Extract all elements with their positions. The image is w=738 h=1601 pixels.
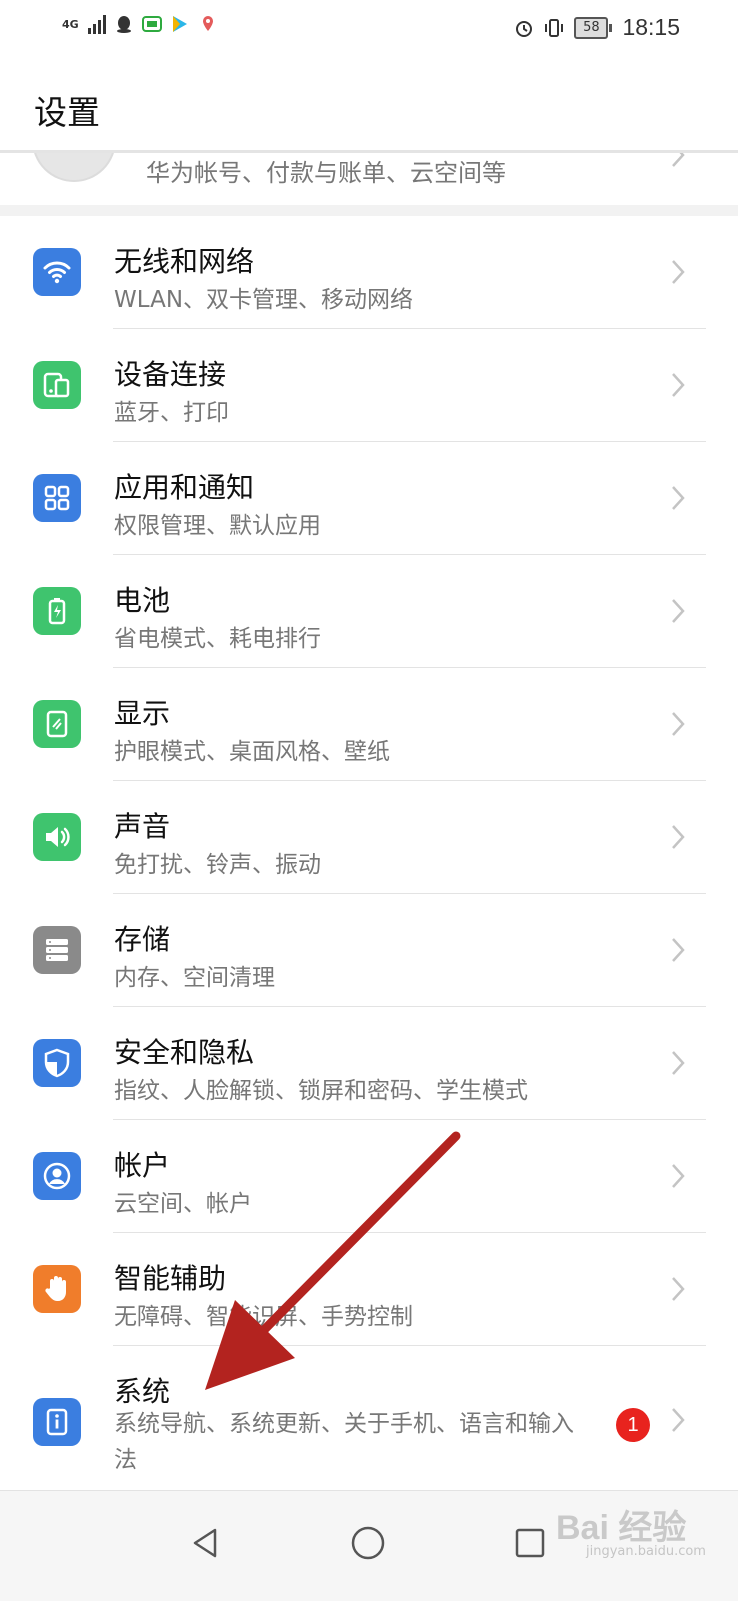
settings-item-sound[interactable]: 声音 免打扰、铃声、振动 [0, 781, 738, 894]
chevron-right-icon [672, 825, 685, 849]
storage-icon [33, 926, 81, 974]
settings-item-subtitle: 免打扰、铃声、振动 [114, 852, 321, 878]
display-icon [33, 700, 81, 748]
chevron-right-icon [672, 373, 685, 397]
settings-item-title: 帐户 [114, 1149, 171, 1182]
device-connect-icon [33, 361, 81, 409]
recent-apps-button[interactable] [500, 1513, 560, 1573]
settings-item-title: 电池 [114, 584, 171, 617]
status-left: 4G [62, 14, 218, 34]
chevron-right-icon [672, 1164, 685, 1188]
account-card[interactable]: 华为帐号、付款与账单、云空间等 [0, 150, 738, 205]
map-pin-icon [203, 16, 213, 31]
home-button[interactable] [338, 1513, 398, 1573]
settings-item-title: 安全和隐私 [114, 1036, 255, 1069]
chevron-right-icon [672, 599, 685, 623]
qq-icon [117, 16, 131, 33]
chevron-right-icon [672, 712, 685, 736]
settings-item-account[interactable]: 帐户 云空间、帐户 [0, 1120, 738, 1233]
chevron-right-icon [672, 1051, 685, 1075]
settings-item-subtitle: 云空间、帐户 [114, 1191, 252, 1217]
chevron-right-icon [672, 1408, 685, 1432]
settings-item-storage[interactable]: 存储 内存、空间清理 [0, 894, 738, 1007]
signal-icon [88, 14, 106, 34]
chevron-right-icon [672, 153, 685, 167]
system-info-icon [33, 1398, 81, 1446]
battery-level: 58 [574, 16, 609, 39]
recent-apps-icon [515, 1528, 545, 1558]
alarm-icon [516, 20, 533, 37]
baidu-watermark: Bai 经验 [556, 1509, 687, 1547]
apps-grid-icon [33, 474, 81, 522]
status-right: 58 18:15 [514, 14, 680, 41]
network-type-label: 4G [62, 17, 79, 31]
avatar [32, 153, 116, 182]
status-bar: 4G 58 18:15 [0, 0, 738, 58]
shield-icon [33, 1039, 81, 1087]
back-button[interactable] [176, 1513, 236, 1573]
wifi-icon [33, 248, 81, 296]
account-icon [33, 1152, 81, 1200]
home-icon [351, 1526, 385, 1560]
settings-item-security-privacy[interactable]: 安全和隐私 指纹、人脸解锁、锁屏和密码、学生模式 [0, 1007, 738, 1120]
settings-item-subtitle: 无障碍、智能识屏、手势控制 [114, 1304, 413, 1330]
settings-item-title: 系统 [114, 1375, 171, 1408]
settings-item-title: 无线和网络 [114, 245, 255, 278]
settings-item-device-connection[interactable]: 设备连接 蓝牙、打印 [0, 329, 738, 442]
speaker-icon [33, 813, 81, 861]
settings-item-display[interactable]: 显示 护眼模式、桌面风格、壁纸 [0, 668, 738, 781]
battery-charge-icon [33, 587, 81, 635]
settings-item-battery[interactable]: 电池 省电模式、耗电排行 [0, 555, 738, 668]
account-subtitle: 华为帐号、付款与账单、云空间等 [146, 159, 506, 187]
update-badge: 1 [616, 1408, 650, 1442]
settings-item-subtitle: 系统导航、系统更新、关于手机、语言和输入法 [114, 1411, 574, 1473]
iqiyi-icon [142, 16, 162, 32]
settings-item-subtitle: 蓝牙、打印 [114, 400, 229, 426]
settings-item-subtitle: 指纹、人脸解锁、锁屏和密码、学生模式 [114, 1078, 528, 1104]
back-icon [193, 1528, 217, 1558]
settings-item-title: 显示 [114, 697, 171, 730]
app-header: 设置 [0, 58, 738, 152]
chevron-right-icon [672, 938, 685, 962]
battery-icon: 58 [574, 16, 613, 39]
clock: 18:15 [622, 14, 680, 40]
settings-item-title: 存储 [114, 923, 171, 956]
settings-item-title: 应用和通知 [114, 471, 255, 504]
settings-item-apps-notifications[interactable]: 应用和通知 权限管理、默认应用 [0, 442, 738, 555]
vibrate-icon [545, 18, 564, 37]
hand-icon [33, 1265, 81, 1313]
settings-item-subtitle: 内存、空间清理 [114, 965, 275, 991]
baidu-watermark-url: jingyan.baidu.com [586, 1544, 706, 1559]
play-store-icon [173, 16, 187, 32]
settings-item-subtitle: 权限管理、默认应用 [114, 513, 321, 539]
settings-item-system[interactable]: 系统 系统导航、系统更新、关于手机、语言和输入法 1 [0, 1346, 738, 1496]
settings-item-smart-assist[interactable]: 智能辅助 无障碍、智能识屏、手势控制 [0, 1233, 738, 1346]
settings-item-title: 声音 [114, 810, 171, 843]
chevron-right-icon [672, 486, 685, 510]
settings-item-title: 智能辅助 [114, 1262, 227, 1295]
settings-item-subtitle: 护眼模式、桌面风格、壁纸 [114, 739, 390, 765]
settings-item-wireless-network[interactable]: 无线和网络 WLAN、双卡管理、移动网络 [0, 216, 738, 329]
chevron-right-icon [672, 1277, 685, 1301]
page-title: 设置 [34, 93, 100, 132]
settings-item-subtitle: 省电模式、耗电排行 [114, 626, 321, 652]
settings-item-title: 设备连接 [114, 358, 227, 391]
chevron-right-icon [672, 260, 685, 284]
settings-list: 无线和网络 WLAN、双卡管理、移动网络 设备连接 蓝牙、打印 应用和通知 权限… [0, 216, 738, 1496]
settings-item-subtitle: WLAN、双卡管理、移动网络 [114, 287, 414, 313]
